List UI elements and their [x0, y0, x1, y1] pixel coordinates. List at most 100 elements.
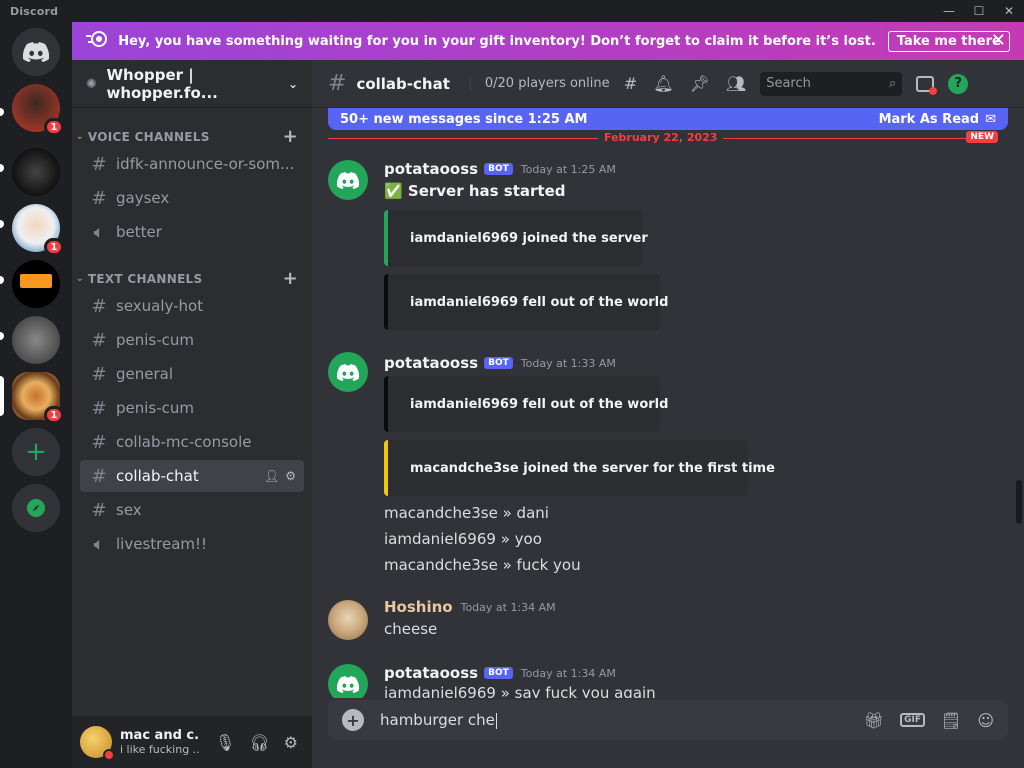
headphones-icon[interactable]: 🎧︎ — [249, 733, 269, 752]
hash-thread-icon: # — [91, 329, 107, 351]
category-label: VOICE CHANNELS — [87, 129, 210, 144]
username[interactable]: potataooss — [384, 664, 478, 682]
hash-icon: # — [91, 153, 107, 175]
server-rail: 1 1 1 + — [0, 22, 72, 768]
channel-item-active[interactable]: # collab-chat 👤︎ ⚙ — [80, 460, 304, 492]
gift-icon[interactable]: 🎁︎ — [864, 711, 884, 730]
embed-text: iamdaniel6969 fell out of the world — [410, 396, 669, 412]
message-text: iamdaniel6969 » say fuck you again — [384, 684, 656, 698]
hash-icon: # — [91, 295, 107, 317]
mention-badge: 1 — [44, 118, 64, 136]
hash-icon: # — [91, 363, 107, 385]
gif-button[interactable]: GIF — [900, 713, 925, 727]
sticker-icon[interactable]: 🗒︎ — [941, 711, 961, 730]
channel-header: # collab-chat 0/20 players online | 1...… — [312, 60, 1024, 108]
close-window-icon[interactable]: ✕ — [994, 0, 1024, 22]
server-icon-2[interactable] — [12, 148, 60, 196]
channel-item[interactable]: # collab-mc-console — [80, 426, 304, 458]
guild-header[interactable]: ✺ Whopper | whopper.fo... ⌄ — [72, 60, 312, 108]
channel-label: general — [116, 365, 174, 383]
timestamp: Today at 1:34 AM — [520, 666, 616, 680]
plus-icon: + — [25, 437, 47, 467]
add-channel-icon[interactable]: + — [283, 268, 298, 289]
threads-icon[interactable]: # — [624, 74, 637, 93]
gear-icon[interactable]: ⚙ — [284, 733, 298, 752]
username[interactable]: potataooss — [384, 354, 478, 372]
home-button[interactable] — [12, 28, 60, 76]
voice-category[interactable]: ⌄ VOICE CHANNELS + — [76, 126, 304, 147]
timestamp: Today at 1:25 AM — [520, 162, 616, 176]
hash-icon: # — [91, 499, 107, 521]
bot-tag: BOT — [484, 163, 513, 175]
channel-label: collab-chat — [116, 467, 199, 485]
channel-item[interactable]: # sexualy-hot — [80, 290, 304, 322]
server-icon-whopper[interactable]: 1 — [12, 372, 64, 424]
thread-channel-item[interactable]: # penis-cum — [80, 324, 304, 356]
avatar[interactable] — [80, 726, 115, 761]
help-icon[interactable]: ? — [948, 73, 969, 94]
explore-servers-button[interactable] — [12, 484, 60, 532]
invite-icon[interactable]: 👤︎ — [264, 469, 279, 483]
username[interactable]: Hoshino — [384, 598, 453, 616]
channel-label: sex — [116, 501, 142, 519]
avatar[interactable] — [328, 352, 368, 392]
scrollbar-thumb[interactable] — [1016, 480, 1022, 524]
server-icon-3[interactable]: 1 — [12, 204, 64, 256]
hash-icon: # — [91, 465, 107, 487]
embed-text: iamdaniel6969 fell out of the world — [410, 294, 669, 310]
members-icon[interactable]: 👥︎ — [726, 74, 746, 93]
message-text: macandche3se » fuck you — [384, 556, 581, 574]
add-channel-icon[interactable]: + — [283, 126, 298, 147]
add-server-button[interactable]: + — [12, 428, 60, 476]
mention-badge: 1 — [44, 238, 64, 256]
channel-item[interactable]: # sex — [80, 494, 304, 526]
channel-item[interactable]: # general — [80, 358, 304, 390]
speaker-icon: 🔈︎ — [93, 221, 105, 243]
message-group: potataooss BOT Today at 1:34 AM iamdanie… — [328, 664, 968, 698]
pin-icon[interactable]: 📌︎ — [690, 74, 710, 93]
gear-icon[interactable]: ⚙ — [285, 469, 296, 483]
channel-label: penis-cum — [116, 331, 195, 349]
discord-logo-icon — [337, 363, 359, 381]
timestamp: Today at 1:33 AM — [520, 356, 616, 370]
embed-text: iamdaniel6969 joined the server — [410, 230, 648, 246]
server-icon-5[interactable] — [12, 316, 60, 364]
voice-channel-item[interactable]: 🔈︎ better — [80, 216, 304, 248]
mark-as-read-button[interactable]: Mark As Read — [879, 112, 980, 127]
emoji-icon[interactable]: ☺ — [977, 711, 994, 730]
selected-pill — [0, 376, 4, 416]
message-text: cheese — [384, 620, 438, 638]
search-input[interactable]: Search ⌕ — [760, 71, 903, 96]
unread-pill — [0, 332, 4, 340]
voice-channel-item[interactable]: 🔈︎ livestream!! — [80, 528, 304, 560]
minimize-icon[interactable]: — — [934, 0, 964, 22]
channel-topic[interactable]: 0/20 players online | 1... — [469, 76, 610, 91]
guild-name: Whopper | whopper.fo... — [106, 65, 218, 102]
notice-text: Hey, you have something waiting for you … — [118, 33, 876, 49]
speaker-icon: 🔈︎ — [93, 533, 105, 555]
channel-item[interactable]: # idfk-announce-or-som... — [80, 148, 304, 180]
bell-icon[interactable]: 🔔︎ — [653, 74, 673, 93]
close-icon[interactable]: ✕ — [991, 30, 1006, 51]
avatar[interactable] — [328, 160, 368, 200]
attach-plus-icon[interactable]: + — [342, 709, 364, 731]
inbox-icon[interactable] — [916, 75, 938, 95]
gift-notice-bar: Hey, you have something waiting for you … — [72, 22, 1024, 60]
maximize-icon[interactable]: ☐ — [964, 0, 994, 22]
microphone-icon[interactable]: 🎙︎ — [215, 733, 235, 752]
message-input[interactable]: hamburger che — [380, 711, 497, 729]
message-text: iamdaniel6969 » yoo — [384, 530, 542, 548]
avatar[interactable] — [328, 600, 368, 640]
server-icon-1[interactable]: 1 — [12, 84, 64, 136]
new-messages-bar[interactable]: 50+ new messages since 1:25 AM Mark As R… — [328, 108, 1008, 130]
username[interactable]: potataooss — [384, 160, 478, 178]
channel-label: collab-mc-console — [116, 433, 252, 451]
discord-logo-icon — [337, 675, 359, 693]
server-icon-4[interactable] — [12, 260, 60, 308]
unread-pill — [0, 164, 4, 172]
text-category[interactable]: ⌄ TEXT CHANNELS + — [76, 268, 304, 289]
message-composer[interactable]: + hamburger che 🎁︎ GIF 🗒︎ ☺ — [328, 700, 1008, 740]
avatar[interactable] — [328, 664, 368, 698]
channel-item[interactable]: # gaysex — [80, 182, 304, 214]
channel-item[interactable]: # penis-cum — [80, 392, 304, 424]
